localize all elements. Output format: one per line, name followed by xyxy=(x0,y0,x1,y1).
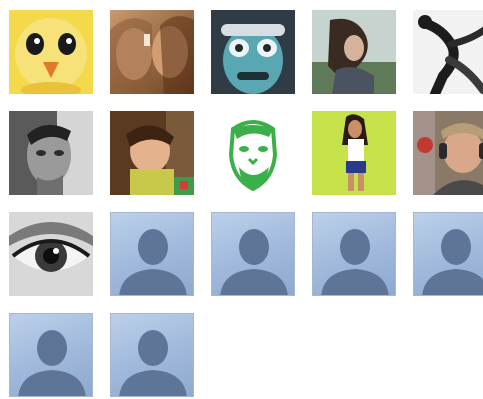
friend-avatar-2[interactable] xyxy=(110,10,194,94)
friend-avatar-12[interactable] xyxy=(110,212,194,296)
friend-avatar-1[interactable] xyxy=(9,10,93,94)
dancer-bw-photo-icon xyxy=(413,10,483,94)
friends-grid xyxy=(9,10,483,397)
man-headphones-photo-icon xyxy=(413,111,483,195)
green-line-art-face-icon xyxy=(211,111,295,195)
cartoon-chick-photo-icon xyxy=(9,10,93,94)
friend-avatar-11[interactable] xyxy=(9,212,93,296)
default-avatar-icon xyxy=(119,229,187,295)
two-women-photo-icon xyxy=(110,10,194,94)
friend-avatar-9[interactable] xyxy=(312,111,396,195)
friend-avatar-10[interactable] xyxy=(413,111,483,195)
friend-avatar-17[interactable] xyxy=(110,313,194,397)
default-avatar-icon xyxy=(220,229,288,295)
friend-avatar-7[interactable] xyxy=(110,111,194,195)
friend-avatar-16[interactable] xyxy=(9,313,93,397)
default-avatar-icon xyxy=(18,330,86,396)
friend-avatar-6[interactable] xyxy=(9,111,93,195)
friend-avatar-14[interactable] xyxy=(312,212,396,296)
eye-closeup-photo-icon xyxy=(9,212,93,296)
friend-avatar-13[interactable] xyxy=(211,212,295,296)
friend-avatar-4[interactable] xyxy=(312,10,396,94)
man-portrait-bw-photo-icon xyxy=(9,111,93,195)
friend-avatar-5[interactable] xyxy=(413,10,483,94)
friend-avatar-15[interactable] xyxy=(413,212,483,296)
friend-avatar-3[interactable] xyxy=(211,10,295,94)
girl-on-green-photo-icon xyxy=(312,111,396,195)
inverted-face-goggles-photo-icon xyxy=(211,10,295,94)
default-avatar-icon xyxy=(119,330,187,396)
default-avatar-icon xyxy=(321,229,389,295)
woman-outdoors-photo-icon xyxy=(312,10,396,94)
default-avatar-icon xyxy=(422,229,483,295)
friend-avatar-8[interactable] xyxy=(211,111,295,195)
child-selfie-photo-icon xyxy=(110,111,194,195)
